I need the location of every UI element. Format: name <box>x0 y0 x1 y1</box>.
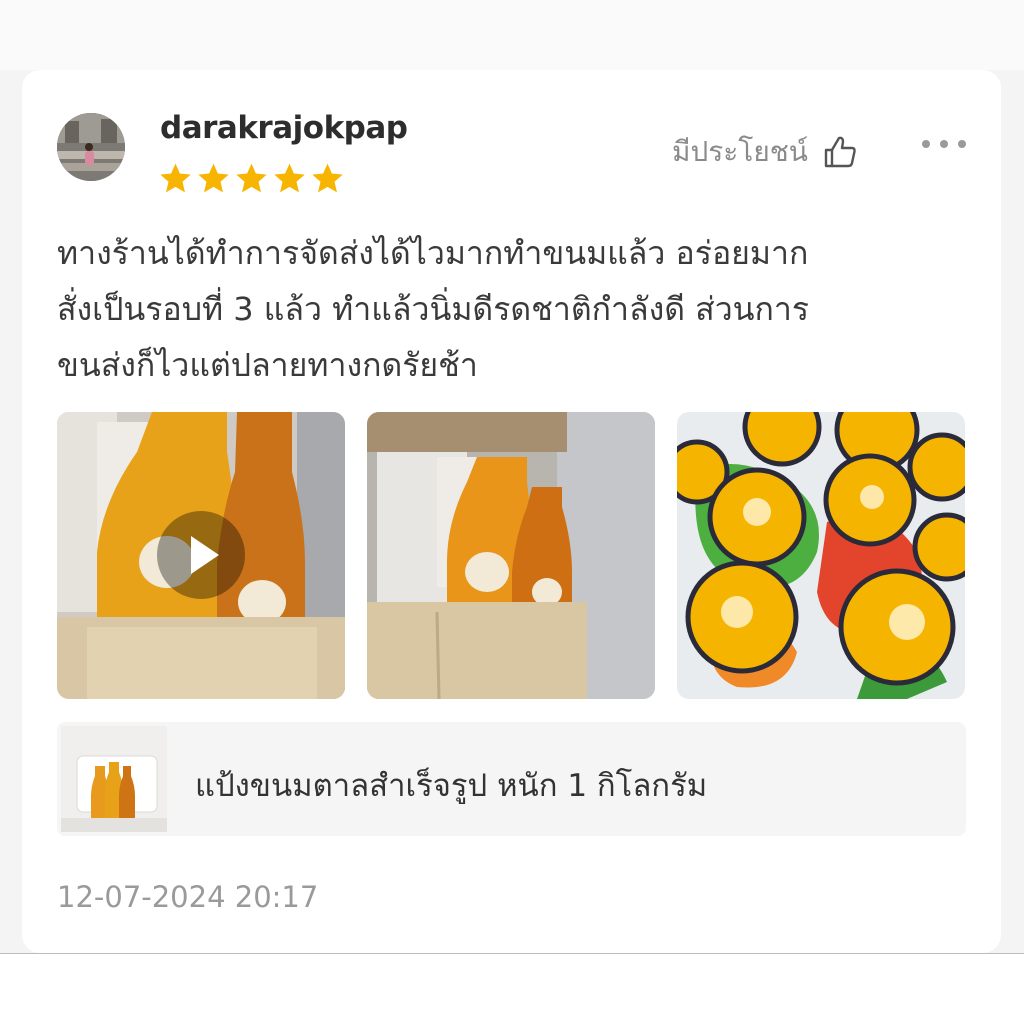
star-icon <box>312 163 343 193</box>
photo-coconut-cakes[interactable] <box>677 412 965 699</box>
review-timestamp: 12-07-2024 20:17 <box>57 880 319 914</box>
helpful-label: มีประโยชน์ <box>672 135 808 168</box>
product-card[interactable]: แป้งขนมตาลสำเร็จรูป หนัก 1 กิโลกรัม <box>57 722 966 836</box>
star-icon <box>198 163 229 193</box>
top-bar-background <box>0 0 1024 70</box>
avatar[interactable] <box>57 113 125 181</box>
star-icon <box>236 163 267 193</box>
more-icon[interactable] <box>919 136 969 152</box>
review-text-line: ขนส่งก็ไวแต่ปลายทางกดรัยช้า <box>57 346 478 384</box>
star-icon <box>160 163 191 193</box>
star-rating <box>158 161 345 196</box>
review-text-line: ทางร้านได้ทำการจัดส่งได้ไวมากทำขนมแล้ว อ… <box>57 234 809 272</box>
star-icon <box>274 163 305 193</box>
product-thumbnail <box>61 726 167 832</box>
video-thumbnail-bottles[interactable] <box>57 412 345 699</box>
thumbs-up-icon <box>824 136 856 168</box>
helpful-button[interactable]: มีประโยชน์ <box>672 130 858 174</box>
product-name[interactable]: แป้งขนมตาลสำเร็จรูป หนัก 1 กิโลกรัม <box>195 760 707 810</box>
review-text-line: สั่งเป็นรอบที่ 3 แล้ว ทำแล้วนิ่มดีรดชาติ… <box>57 290 810 328</box>
reviewer-username[interactable]: darakrajokpap <box>160 110 408 146</box>
review-text: ทางร้านได้ทำการจัดส่งได้ไวมากทำขนมแล้ว อ… <box>57 225 957 393</box>
bottom-divider <box>0 953 1024 954</box>
photo-box-bottles[interactable] <box>367 412 655 699</box>
